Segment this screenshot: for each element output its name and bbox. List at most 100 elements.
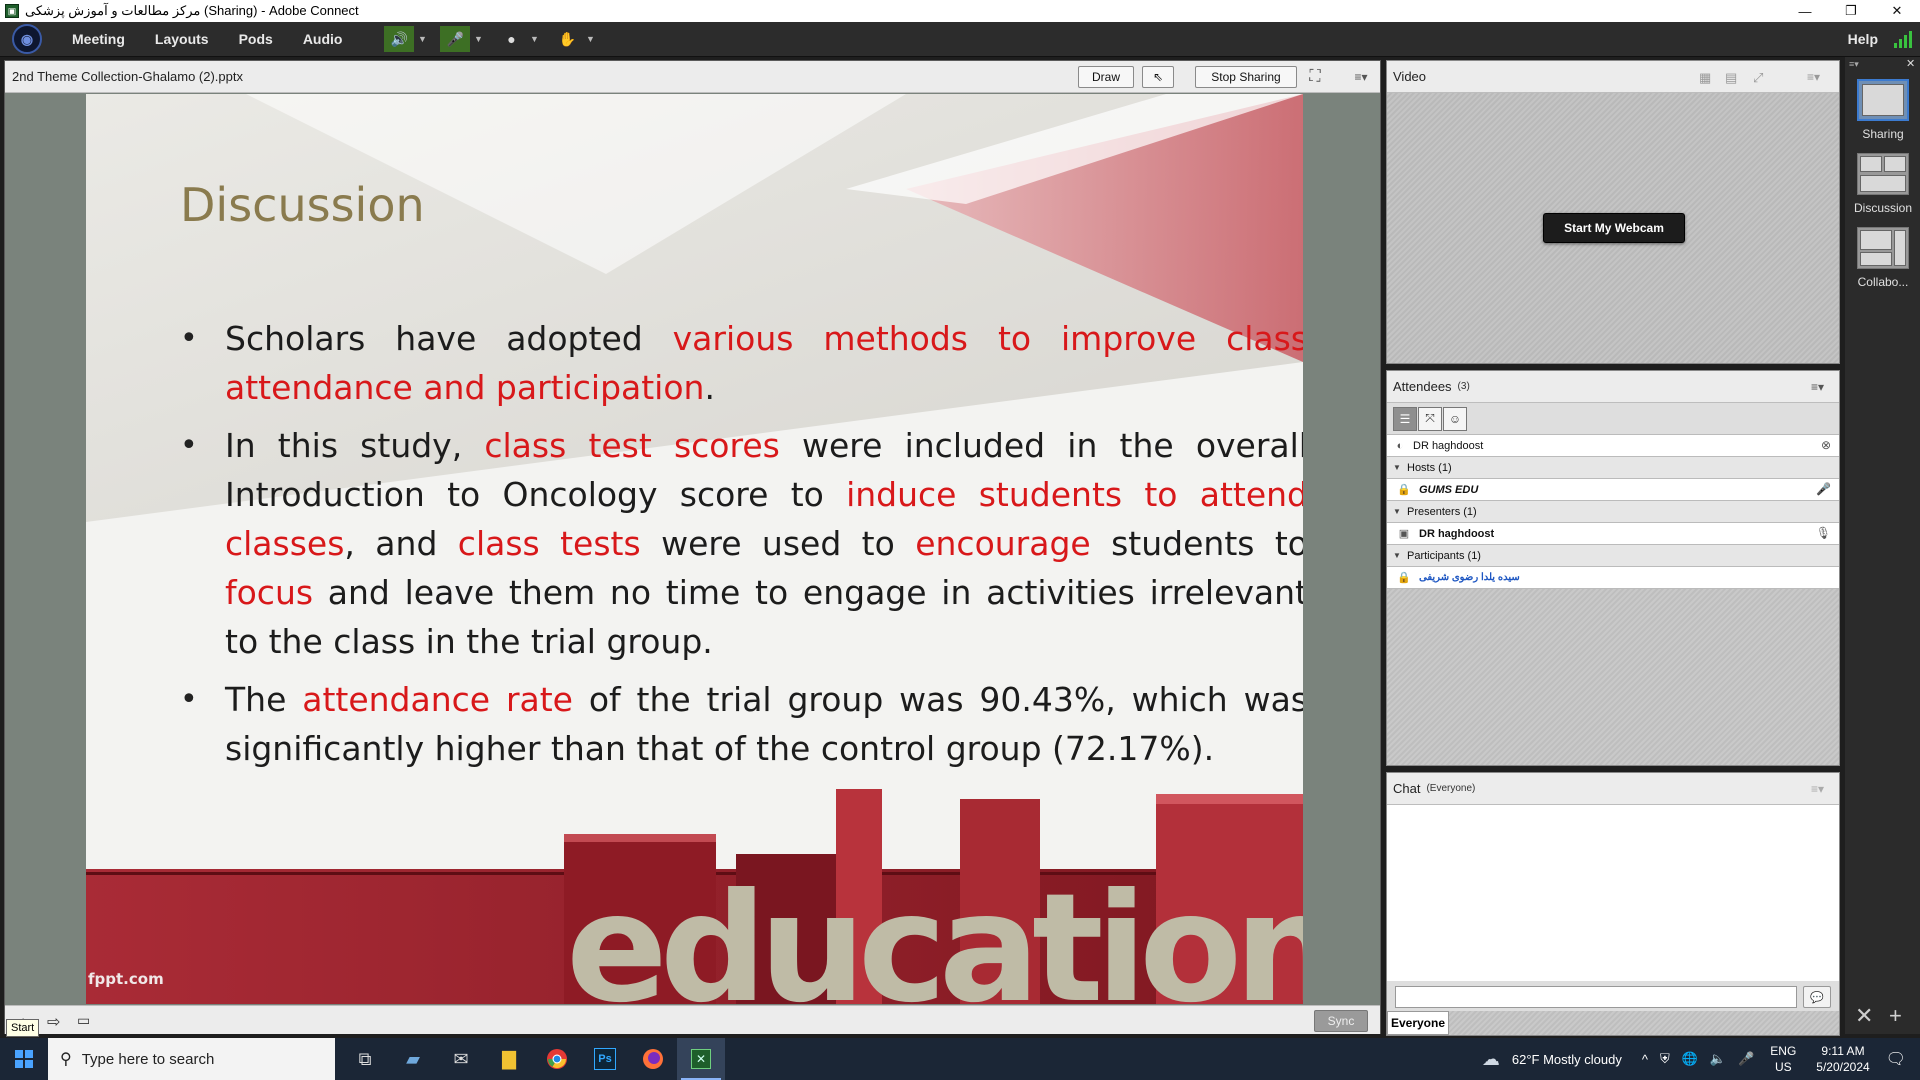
- language-label: ENG: [1770, 1044, 1797, 1058]
- attendees-pod: Attendees (3) ≡▾ ☰ ⤧ ☺ ◐ DR haghdoost ⊗ …: [1386, 370, 1840, 766]
- notifications-icon[interactable]: 🗨: [1886, 1049, 1906, 1069]
- layout-sharing[interactable]: Sharing: [1853, 79, 1913, 141]
- layout-label: Sharing: [1862, 127, 1904, 141]
- pointer-button[interactable]: ⇖: [1142, 66, 1174, 88]
- windows-start-button[interactable]: [0, 1038, 48, 1080]
- menu-layouts[interactable]: Layouts: [155, 31, 209, 47]
- region-label: US: [1774, 1060, 1792, 1074]
- slide-panel-icon[interactable]: ▭: [77, 1012, 90, 1029]
- grid-view-icon[interactable]: ▦: [1699, 70, 1711, 86]
- adobe-connect-taskbar-icon[interactable]: ✕: [677, 1038, 725, 1080]
- layout-thumbnail: [1857, 79, 1909, 121]
- taskbar-search-box[interactable]: ⚲ Type here to search: [48, 1038, 335, 1080]
- attendee-row[interactable]: 🔒 سیده یلدا رضوی شریفی: [1387, 567, 1839, 589]
- attendees-pod-menu-icon[interactable]: ≡▾: [1811, 380, 1824, 394]
- attendee-name: GUMS EDU: [1419, 483, 1479, 496]
- breakout-view-icon[interactable]: ⤧: [1418, 406, 1442, 431]
- weather-text[interactable]: 62°F Mostly cloudy: [1512, 1052, 1622, 1067]
- share-pod-header: 2nd Theme Collection-Ghalamo (2).pptx Dr…: [5, 61, 1380, 93]
- expand-icon[interactable]: ⤢: [1753, 70, 1763, 86]
- layout-thumbnail: [1857, 153, 1909, 195]
- adobe-connect-logo-icon[interactable]: ◉: [12, 24, 42, 54]
- clock[interactable]: 9:11 AM 5/20/2024: [1816, 1043, 1869, 1075]
- menu-bar: ◉ Meeting Layouts Pods Audio 🔊 ▼ 🎤 ▼ ● ▼…: [0, 22, 1920, 57]
- menu-pods[interactable]: Pods: [239, 31, 273, 47]
- menu-meeting[interactable]: Meeting: [72, 31, 125, 47]
- layout-label: Collabo...: [1857, 275, 1909, 289]
- microphone-tray-icon[interactable]: 🎤: [1738, 1051, 1754, 1067]
- attendee-row[interactable]: ▣ DR haghdoost 🎙: [1387, 523, 1839, 545]
- list-view-icon[interactable]: ☰: [1393, 406, 1417, 431]
- adobe-connect-window: ▣ مرکز مطالعات و آموزش پزشکی (Sharing) -…: [0, 0, 1920, 1080]
- raise-hand-dropdown-icon[interactable]: ▼: [582, 26, 598, 52]
- network-globe-icon[interactable]: 🌐: [1682, 1051, 1698, 1067]
- security-icon[interactable]: ⛨: [1660, 1051, 1670, 1067]
- share-pod-menu-icon[interactable]: ≡▾: [1349, 66, 1373, 88]
- attendees-count: (3): [1457, 381, 1470, 392]
- firefox-icon[interactable]: [629, 1038, 677, 1080]
- video-pod-title: Video: [1393, 69, 1427, 84]
- clear-speaker-icon[interactable]: ⊗: [1821, 438, 1831, 452]
- attendee-status-icon[interactable]: ☺: [1443, 406, 1467, 431]
- microphone-icon[interactable]: 🎤: [440, 26, 471, 52]
- microphone-dropdown-icon[interactable]: ▼: [470, 26, 486, 52]
- title-bar: ▣ مرکز مطالعات و آموزش پزشکی (Sharing) -…: [0, 0, 1920, 22]
- show-hidden-icons-icon[interactable]: ^: [1642, 1052, 1648, 1067]
- draw-button[interactable]: Draw: [1078, 66, 1134, 88]
- fullscreen-icon[interactable]: ⛶: [1303, 66, 1327, 88]
- mail-icon[interactable]: ✉: [437, 1038, 485, 1080]
- clock-time: 9:11 AM: [1821, 1044, 1865, 1058]
- photoshop-icon[interactable]: Ps: [581, 1038, 629, 1080]
- menu-audio[interactable]: Audio: [303, 31, 343, 47]
- webcam-dropdown-icon[interactable]: ▼: [526, 26, 542, 52]
- layout-label: Discussion: [1853, 201, 1913, 215]
- speaker-icon[interactable]: 🔊: [384, 26, 415, 52]
- weather-icon[interactable]: ☁: [1482, 1049, 1500, 1070]
- chat-scope: (Everyone): [1426, 783, 1476, 794]
- file-explorer-alt-icon[interactable]: ▰: [389, 1038, 437, 1080]
- pointer-icon: ⇖: [1152, 70, 1164, 84]
- chat-tab-everyone[interactable]: Everyone: [1387, 1011, 1449, 1035]
- language-indicator[interactable]: ENG US: [1770, 1043, 1796, 1075]
- volume-icon[interactable]: 🔈: [1710, 1051, 1726, 1067]
- restore-icon[interactable]: ❐: [1828, 0, 1874, 22]
- slide-heading: Discussion: [180, 178, 425, 232]
- speech-bubble-icon: 💬: [1810, 991, 1824, 1004]
- start-my-webcam-button[interactable]: Start My Webcam: [1543, 213, 1685, 243]
- start-tooltip: Start: [6, 1019, 40, 1037]
- layout-collaboration[interactable]: Collabo...: [1853, 227, 1913, 289]
- remove-layout-icon[interactable]: ✕: [1855, 1003, 1873, 1029]
- minimize-icon[interactable]: —: [1782, 0, 1828, 22]
- send-message-button[interactable]: 💬: [1803, 986, 1831, 1008]
- participant-role-icon: 🔒: [1397, 572, 1411, 584]
- speaker-dropdown-icon[interactable]: ▼: [414, 26, 430, 52]
- attendee-row[interactable]: 🔒 GUMS EDU 🎤: [1387, 479, 1839, 501]
- chrome-icon[interactable]: [533, 1038, 581, 1080]
- participants-group-header[interactable]: ▼ Participants (1): [1387, 545, 1839, 567]
- raise-hand-control: ✋ ▼: [552, 26, 598, 52]
- chat-message-input[interactable]: [1395, 986, 1797, 1008]
- filmstrip-view-icon[interactable]: ▤: [1725, 70, 1737, 86]
- video-area: Start My Webcam: [1387, 93, 1839, 363]
- add-layout-icon[interactable]: +: [1889, 1003, 1902, 1029]
- layout-discussion[interactable]: Discussion: [1853, 153, 1913, 215]
- task-view-icon[interactable]: ⧉: [341, 1038, 389, 1080]
- sync-button[interactable]: Sync: [1314, 1010, 1368, 1032]
- chat-input-row: 💬: [1387, 981, 1839, 1011]
- close-icon[interactable]: ✕: [1874, 0, 1920, 22]
- help-menu[interactable]: Help: [1848, 31, 1878, 47]
- folder-icon[interactable]: ▇: [485, 1038, 533, 1080]
- stop-sharing-button[interactable]: Stop Sharing: [1195, 66, 1297, 88]
- video-pod-menu-icon[interactable]: ≡▾: [1807, 70, 1820, 84]
- layouts-menu-icon[interactable]: ≡▾: [1849, 59, 1859, 70]
- webcam-icon[interactable]: ●: [496, 26, 526, 52]
- chat-pod-menu-icon[interactable]: ≡▾: [1811, 782, 1824, 796]
- bullet-item: In this study, class test scores were in…: [180, 421, 1303, 666]
- raise-hand-icon[interactable]: ✋: [552, 26, 582, 52]
- layouts-close-icon[interactable]: ✕: [1906, 57, 1915, 70]
- presenters-group-header[interactable]: ▼ Presenters (1): [1387, 501, 1839, 523]
- video-pod-header: Video ▦ ▤ ⤢ ≡▾: [1387, 61, 1839, 93]
- active-speaker-row[interactable]: ◐ DR haghdoost ⊗: [1387, 435, 1839, 457]
- hosts-group-header[interactable]: ▼ Hosts (1): [1387, 457, 1839, 479]
- next-slide-icon[interactable]: ⇨: [47, 1012, 60, 1032]
